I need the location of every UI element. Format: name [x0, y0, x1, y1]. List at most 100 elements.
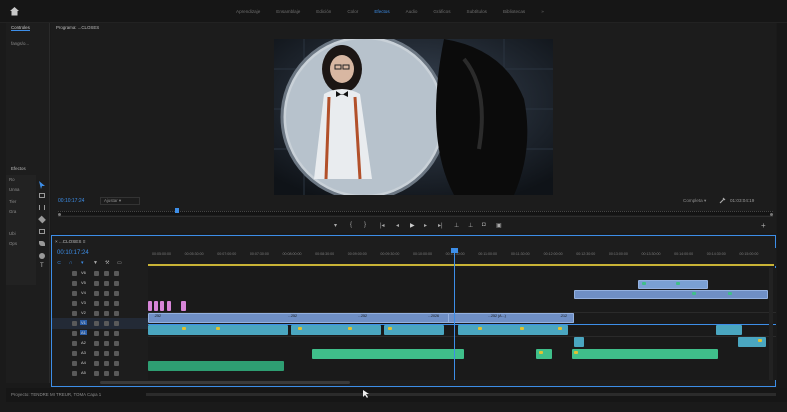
track-label[interactable]: V2: [80, 310, 87, 315]
mute-icon[interactable]: [94, 351, 99, 356]
linked-selection-icon[interactable]: ∩: [69, 260, 73, 266]
step-back-icon[interactable]: ◂: [396, 222, 399, 229]
mic-icon[interactable]: [114, 361, 119, 366]
slip-tool-icon[interactable]: [39, 229, 45, 234]
list-item[interactable]: Ro: [9, 177, 15, 182]
eye-icon[interactable]: [114, 311, 119, 316]
solo-icon[interactable]: [104, 331, 109, 336]
audio-clip[interactable]: [458, 325, 568, 335]
toggle-output-icon[interactable]: [104, 311, 109, 316]
sync-lock-icon[interactable]: [94, 311, 99, 316]
audio-clip[interactable]: [716, 325, 742, 335]
play-icon[interactable]: ▶: [410, 222, 415, 229]
type-tool-icon[interactable]: T: [40, 263, 44, 269]
sync-lock-icon[interactable]: [94, 271, 99, 276]
audio-clip[interactable]: [312, 349, 464, 359]
zoom-handle-right[interactable]: [770, 213, 773, 216]
workspace-tab[interactable]: Color: [339, 8, 366, 16]
video-clip[interactable]: [574, 290, 768, 299]
eye-icon[interactable]: [114, 291, 119, 296]
list-item[interactable]: Gra: [9, 209, 16, 214]
tab-program[interactable]: Programa: ...CLOSES: [56, 25, 99, 30]
list-item[interactable]: Unna: [9, 187, 20, 192]
quality-dropdown[interactable]: Completa ▾: [683, 198, 706, 204]
workspace-tab[interactable]: Edición: [308, 8, 339, 16]
video-clip[interactable]: [638, 280, 708, 289]
hand-tool-icon[interactable]: [39, 253, 45, 259]
track-label[interactable]: A1: [80, 330, 87, 335]
mute-icon[interactable]: [94, 331, 99, 336]
clip-area[interactable]: .252 ...252 ...252 ...2026 ...252 (A...)…: [148, 248, 776, 380]
workspace-tab[interactable]: Aprendizaje: [228, 8, 268, 16]
lock-icon[interactable]: [72, 301, 77, 306]
audio-clip[interactable]: [572, 349, 718, 359]
workspace-tab[interactable]: Ensamblaje: [268, 8, 308, 16]
audio-clip[interactable]: [291, 325, 381, 335]
track-select-tool-icon[interactable]: [39, 193, 45, 198]
wrench-icon[interactable]: [719, 197, 726, 204]
add-marker-icon[interactable]: ▾: [334, 222, 337, 229]
timeline-vertical-scrollbar[interactable]: [769, 268, 773, 380]
list-item[interactable]: Ubi: [9, 231, 16, 236]
toggle-output-icon[interactable]: [104, 271, 109, 276]
timeline-horizontal-scrollbar[interactable]: [100, 381, 350, 384]
track-label[interactable]: V1: [80, 320, 87, 325]
sync-lock-icon[interactable]: [94, 321, 99, 326]
program-timecode[interactable]: 00:10:17:24: [58, 198, 84, 204]
lock-icon[interactable]: [72, 321, 77, 326]
home-icon[interactable]: [9, 6, 20, 16]
extract-icon[interactable]: ⊥: [468, 222, 473, 229]
lift-icon[interactable]: ⊥: [454, 222, 459, 229]
solo-icon[interactable]: [104, 351, 109, 356]
tab-timeline[interactable]: × ...CLOSES ≡: [55, 239, 85, 244]
graphic-clip[interactable]: [160, 301, 164, 311]
list-item[interactable]: Tier: [9, 199, 16, 204]
workspace-tab-active[interactable]: Efectos: [366, 8, 397, 16]
solo-icon[interactable]: [104, 341, 109, 346]
toggle-output-icon[interactable]: [104, 291, 109, 296]
mute-icon[interactable]: [94, 361, 99, 366]
mute-icon[interactable]: [94, 371, 99, 376]
lock-icon[interactable]: [72, 311, 77, 316]
work-area-bar[interactable]: [148, 264, 774, 266]
list-item[interactable]: Ops: [9, 241, 17, 246]
workspace-tab[interactable]: Gráficos: [425, 8, 458, 16]
mic-icon[interactable]: [114, 371, 119, 376]
more-workspaces-button[interactable]: »: [533, 8, 552, 16]
program-playhead[interactable]: [175, 208, 179, 213]
solo-icon[interactable]: [104, 361, 109, 366]
track-label[interactable]: V5: [80, 280, 87, 285]
graphic-clip[interactable]: [148, 301, 152, 311]
clip-selector[interactable]: fangs/o...: [11, 41, 29, 46]
fit-dropdown[interactable]: Ajustar ▾: [100, 197, 140, 205]
video-clip[interactable]: [448, 313, 574, 323]
zoom-handle-left[interactable]: [58, 213, 61, 216]
toggle-output-icon[interactable]: [104, 321, 109, 326]
timeline-playhead[interactable]: [454, 248, 455, 380]
track-label[interactable]: V3: [80, 300, 87, 305]
project-scrollbar[interactable]: [146, 393, 776, 396]
eye-icon[interactable]: [114, 281, 119, 286]
add-button-icon[interactable]: +: [761, 221, 766, 230]
eye-icon[interactable]: [114, 301, 119, 306]
wrench-icon[interactable]: ⚒: [105, 260, 109, 266]
lock-icon[interactable]: [72, 291, 77, 296]
mute-icon[interactable]: [94, 341, 99, 346]
export-frame-icon[interactable]: ◘: [482, 222, 486, 228]
track-label[interactable]: A2: [80, 340, 87, 345]
step-forward-icon[interactable]: ▸: [424, 222, 427, 229]
track-label[interactable]: V6: [80, 270, 87, 275]
mark-in-icon[interactable]: {: [350, 222, 352, 228]
mic-icon[interactable]: [114, 331, 119, 336]
workspace-tab[interactable]: Subtítulos: [459, 8, 495, 16]
graphic-clip[interactable]: [167, 301, 171, 311]
toggle-output-icon[interactable]: [104, 301, 109, 306]
program-scrub-bar[interactable]: [58, 211, 773, 215]
audio-clip[interactable]: [384, 325, 444, 335]
workspace-tab[interactable]: Audio: [398, 8, 426, 16]
audio-clip[interactable]: [574, 337, 584, 347]
lock-icon[interactable]: [72, 271, 77, 276]
lock-icon[interactable]: [72, 331, 77, 336]
eye-icon[interactable]: [114, 321, 119, 326]
timeline-settings-icon[interactable]: ▼: [93, 260, 98, 266]
